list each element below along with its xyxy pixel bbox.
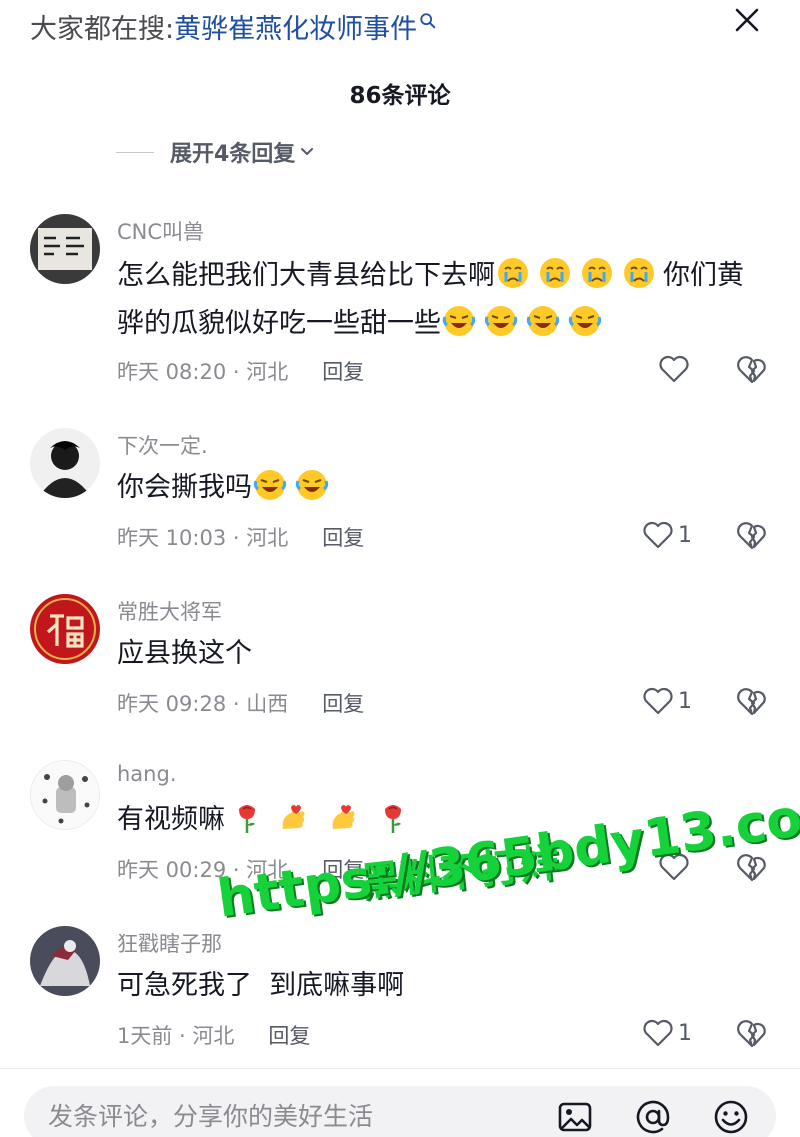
comment-text-part: 骅的瓜貌似好吃一些甜一些 — [117, 308, 441, 339]
like-button[interactable]: 1 — [642, 520, 692, 550]
reply-button[interactable]: 回复 — [322, 522, 364, 552]
broken-heart-icon — [737, 1020, 766, 1048]
comment-meta: 昨天 09:28 · 山西 回复 — [117, 688, 364, 718]
comment-text-part: 你们黄 — [663, 260, 744, 291]
comment-username[interactable]: 狂戳瞎子那 — [117, 928, 222, 958]
trending-search-bar[interactable]: 大家都在搜: 黄骅崔燕化妆师事件 — [30, 4, 437, 48]
reply-button[interactable]: 回复 — [322, 356, 364, 386]
comment-username[interactable]: 下次一定. — [117, 430, 208, 460]
comment-username[interactable]: 常胜大将军 — [117, 596, 222, 626]
rose-emoji-icon — [375, 799, 411, 835]
crying-face-emoji-icon — [579, 255, 615, 291]
comment-text: 有视频嘛 — [117, 796, 777, 844]
like-button[interactable] — [658, 354, 694, 384]
comment-meta: 1天前 · 河北 回复 — [117, 1020, 310, 1050]
comment-text-part: 你会撕我吗 — [117, 472, 252, 503]
reply-button[interactable]: 回复 — [322, 688, 364, 718]
comment-text: 怎么能把我们大青县给比下去啊 你们黄 骅的瓜貌似好吃一些甜一些 — [117, 252, 777, 348]
comment-text: 可急死我了 到底嘛事啊 — [117, 962, 777, 1010]
image-icon[interactable] — [556, 1098, 594, 1136]
like-button[interactable] — [658, 852, 694, 882]
comment-count-title: 86条评论 — [349, 83, 451, 109]
dislike-button[interactable] — [735, 851, 769, 883]
like-button[interactable]: 1 — [642, 686, 692, 716]
heart-icon — [659, 355, 689, 383]
broken-heart-icon — [737, 854, 766, 882]
comment-time-location: 昨天 00:29 · 河北 — [117, 858, 289, 882]
like-count: 1 — [678, 688, 692, 714]
reply-button[interactable]: 回复 — [322, 854, 364, 884]
expand-replies-label: 展开4条回复 — [170, 142, 296, 167]
comment-time-location: 昨天 10:03 · 河北 — [117, 526, 289, 550]
avatar[interactable] — [30, 214, 100, 284]
trending-search-query[interactable]: 黄骅崔燕化妆师事件 — [174, 7, 417, 46]
comment-time-location: 1天前 · 河北 — [117, 1024, 235, 1048]
avatar[interactable] — [30, 594, 100, 664]
crying-face-emoji-icon — [621, 255, 657, 291]
rose-emoji-icon — [229, 799, 265, 835]
laughing-crying-emoji-icon — [567, 303, 603, 339]
finger-heart-emoji-icon — [325, 799, 361, 835]
comment-text-part: 有视频嘛 — [117, 804, 225, 835]
crying-face-emoji-icon — [495, 255, 531, 291]
comment-username[interactable]: CNC叫兽 — [117, 216, 204, 246]
laughing-crying-emoji-icon — [441, 303, 477, 339]
heart-icon — [643, 687, 673, 715]
like-count: 1 — [678, 522, 692, 548]
trending-search-prefix: 大家都在搜: — [30, 13, 175, 45]
avatar[interactable] — [30, 926, 100, 996]
comment-text: 你会撕我吗 — [117, 464, 777, 512]
divider-line — [116, 151, 154, 153]
broken-heart-icon — [737, 522, 766, 550]
comment-text-part: 可急死我了 到底嘛事啊 — [117, 970, 405, 1001]
dislike-button[interactable] — [735, 353, 769, 385]
expand-replies-button[interactable]: 展开4条回复 — [116, 136, 314, 168]
avatar[interactable] — [30, 428, 100, 498]
comment-username[interactable]: hang. — [117, 762, 177, 786]
laughing-crying-emoji-icon — [294, 467, 330, 503]
dislike-button[interactable] — [735, 519, 769, 551]
crying-face-emoji-icon — [537, 255, 573, 291]
like-count: 1 — [678, 1020, 692, 1046]
search-icon — [420, 13, 436, 29]
heart-icon — [659, 853, 689, 881]
comment-input-container[interactable] — [24, 1086, 776, 1137]
close-icon[interactable] — [730, 3, 764, 37]
finger-heart-emoji-icon — [275, 799, 311, 835]
comment-text: 应县换这个 — [117, 630, 777, 678]
heart-icon — [643, 1019, 673, 1047]
laughing-crying-emoji-icon — [525, 303, 561, 339]
broken-heart-icon — [737, 688, 766, 716]
comment-meta: 昨天 08:20 · 河北 回复 — [117, 356, 364, 386]
broken-heart-icon — [737, 356, 766, 384]
comment-input[interactable] — [48, 1096, 528, 1136]
dislike-button[interactable] — [735, 685, 769, 717]
dislike-button[interactable] — [735, 1017, 769, 1049]
at-icon[interactable] — [634, 1098, 672, 1136]
heart-icon — [643, 521, 673, 549]
comment-text-part: 怎么能把我们大青县给比下去啊 — [117, 260, 495, 291]
avatar[interactable] — [30, 760, 100, 830]
comment-time-location: 昨天 08:20 · 河北 — [117, 360, 289, 384]
comment-composer-bar — [0, 1068, 800, 1137]
comment-meta: 昨天 10:03 · 河北 回复 — [117, 522, 364, 552]
emoji-icon[interactable] — [712, 1098, 750, 1136]
comment-time-location: 昨天 09:28 · 山西 — [117, 692, 289, 716]
chevron-down-icon — [301, 148, 314, 155]
comment-text-part: 应县换这个 — [117, 638, 252, 669]
laughing-crying-emoji-icon — [483, 303, 519, 339]
like-button[interactable]: 1 — [642, 1018, 692, 1048]
reply-button[interactable]: 回复 — [268, 1020, 310, 1050]
comment-meta: 昨天 00:29 · 河北 回复 — [117, 854, 364, 884]
laughing-crying-emoji-icon — [252, 467, 288, 503]
